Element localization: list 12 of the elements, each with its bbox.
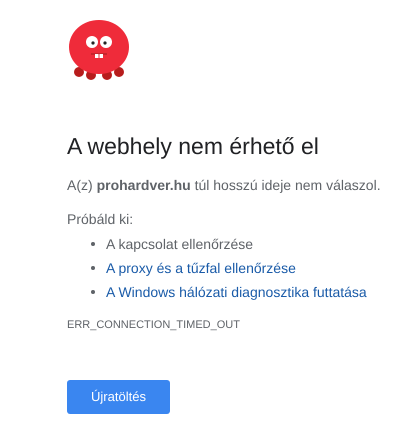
bullet-icon — [91, 266, 95, 270]
monster-drawing — [67, 18, 131, 80]
page-title: A webhely nem érhető el — [67, 132, 319, 160]
suggestion-text: A kapcsolat ellenőrzése — [106, 234, 254, 254]
suggestion-link[interactable]: A proxy és a tűzfal ellenőrzése — [106, 258, 296, 278]
suggestions-heading: Próbáld ki: — [67, 210, 134, 228]
bullet-icon — [91, 290, 95, 294]
error-message: A(z) prohardver.hu túl hosszú ideje nem válaszol. — [67, 176, 381, 194]
error-code: ERR_CONNECTION_TIMED_OUT — [67, 318, 240, 332]
reload-button[interactable]: Újratöltés — [67, 380, 170, 414]
suggestion-link[interactable]: A Windows hálózati diagnosztika futtatása — [106, 282, 367, 302]
bullet-icon — [91, 242, 95, 246]
